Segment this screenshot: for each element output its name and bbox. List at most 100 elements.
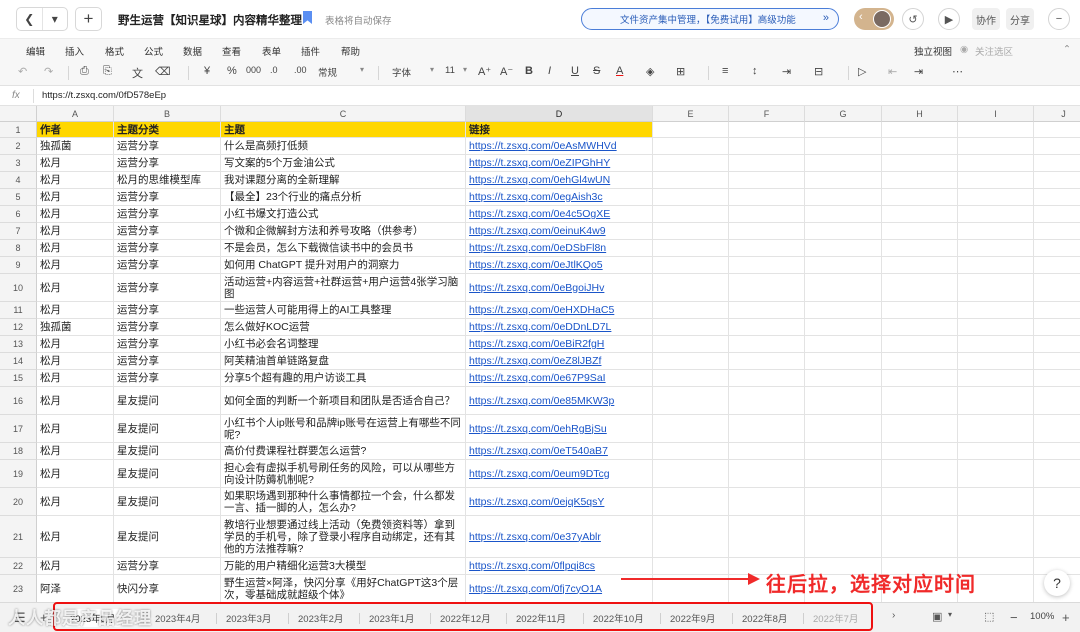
empty-cell[interactable] <box>958 516 1034 558</box>
table-cell[interactable]: 运营分享 <box>114 223 221 240</box>
empty-cell[interactable] <box>958 443 1034 460</box>
empty-cell[interactable] <box>805 387 882 415</box>
empty-cell[interactable] <box>805 155 882 172</box>
avatar-pill[interactable]: ‹ <box>854 8 894 30</box>
empty-cell[interactable] <box>729 302 805 319</box>
row-header[interactable]: 15 <box>0 370 37 387</box>
empty-cell[interactable] <box>653 336 729 353</box>
empty-cell[interactable] <box>958 415 1034 443</box>
table-cell[interactable]: 阿芙精油首单链路复盘 <box>221 353 466 370</box>
font-size-select[interactable]: 11 <box>445 65 455 76</box>
empty-cell[interactable] <box>653 353 729 370</box>
column-header-j[interactable]: J <box>1034 106 1080 122</box>
link-cell[interactable]: https://t.zsxq.com/0ejqK5qsY <box>466 488 653 516</box>
table-cell[interactable]: 运营分享 <box>114 274 221 302</box>
empty-cell[interactable] <box>805 206 882 223</box>
italic-icon[interactable]: I <box>548 65 551 77</box>
header-cell[interactable]: 主题 <box>221 122 466 138</box>
row-header[interactable]: 10 <box>0 274 37 302</box>
column-header-b[interactable]: B <box>114 106 221 122</box>
table-cell[interactable]: 分享5个超有趣的用户访谈工具 <box>221 370 466 387</box>
row-header[interactable]: 12 <box>0 319 37 336</box>
row-header[interactable]: 7 <box>0 223 37 240</box>
empty-cell[interactable] <box>729 460 805 488</box>
empty-cell[interactable] <box>653 516 729 558</box>
indent-decrease-icon[interactable]: ⇤ <box>888 65 897 78</box>
currency-icon[interactable]: ¥ <box>204 65 210 77</box>
row-header[interactable]: 16 <box>0 387 37 415</box>
empty-cell[interactable] <box>958 302 1034 319</box>
menu-format[interactable]: 格式 <box>105 44 124 58</box>
font-size-chevron-icon[interactable]: ▾ <box>463 65 467 74</box>
table-cell[interactable]: 运营分享 <box>114 558 221 575</box>
table-cell[interactable]: 松月 <box>37 353 114 370</box>
column-header-g[interactable]: G <box>805 106 882 122</box>
table-cell[interactable]: 如何全面的判断一个新项目和团队是否适合自己？ <box>221 387 466 415</box>
row-header[interactable]: 5 <box>0 189 37 206</box>
empty-cell[interactable] <box>805 274 882 302</box>
table-cell[interactable]: 星友提问 <box>114 415 221 443</box>
empty-cell[interactable] <box>729 274 805 302</box>
table-cell[interactable]: 星友提问 <box>114 488 221 516</box>
empty-cell[interactable] <box>805 370 882 387</box>
fill-color-icon[interactable]: ◈ <box>646 65 654 78</box>
empty-cell[interactable] <box>805 257 882 274</box>
zoom-level[interactable]: 100% <box>1030 611 1054 622</box>
empty-cell[interactable] <box>1034 370 1080 387</box>
empty-cell[interactable] <box>1034 460 1080 488</box>
table-cell[interactable]: 松月 <box>37 370 114 387</box>
bookmark-icon[interactable] <box>303 11 312 24</box>
empty-cell[interactable] <box>1034 257 1080 274</box>
table-cell[interactable]: 快闪分享 <box>114 575 221 602</box>
empty-cell[interactable] <box>805 223 882 240</box>
empty-cell[interactable] <box>882 302 958 319</box>
link-cell[interactable]: https://t.zsxq.com/0flpqi8cs <box>466 558 653 575</box>
empty-cell[interactable] <box>958 189 1034 206</box>
empty-cell[interactable] <box>653 223 729 240</box>
empty-cell[interactable] <box>882 155 958 172</box>
empty-cell[interactable] <box>653 274 729 302</box>
print-icon[interactable]: ⎙ <box>80 65 89 78</box>
decrease-decimal-icon[interactable]: .0 <box>270 65 278 75</box>
empty-cell[interactable] <box>653 189 729 206</box>
empty-cell[interactable] <box>882 319 958 336</box>
menu-help[interactable]: 帮助 <box>341 44 360 58</box>
table-cell[interactable]: 独孤菌 <box>37 319 114 336</box>
empty-cell[interactable] <box>882 274 958 302</box>
undo-icon[interactable]: ↶ <box>18 65 27 78</box>
table-cell[interactable]: 运营分享 <box>114 319 221 336</box>
table-cell[interactable]: 松月 <box>37 460 114 488</box>
row-header[interactable]: 19 <box>0 460 37 488</box>
link-cell[interactable]: https://t.zsxq.com/0egAish3c <box>466 189 653 206</box>
empty-cell[interactable] <box>805 336 882 353</box>
spreadsheet-grid[interactable]: A B C D E F G H I J 1 作者 主题分类 主题 链接 2 独孤菌 运营分享 什么是高频打低频 htt… <box>0 106 1080 602</box>
link-cell[interactable]: https://t.zsxq.com/0ehRgBjSu <box>466 415 653 443</box>
table-cell[interactable]: 阿泽 <box>37 575 114 602</box>
table-cell[interactable]: 写文案的5个万金油公式 <box>221 155 466 172</box>
table-cell[interactable]: 星友提问 <box>114 387 221 415</box>
eraser-icon[interactable]: ⌫ <box>155 65 171 78</box>
table-cell[interactable]: 运营分享 <box>114 336 221 353</box>
empty-cell[interactable] <box>958 155 1034 172</box>
table-cell[interactable]: 松月 <box>37 516 114 558</box>
empty-cell[interactable] <box>1034 353 1080 370</box>
table-cell[interactable]: 松月 <box>37 172 114 189</box>
menu-formula[interactable]: 公式 <box>144 44 163 58</box>
empty-cell[interactable] <box>1034 189 1080 206</box>
empty-cell[interactable] <box>653 240 729 257</box>
empty-cell[interactable] <box>729 189 805 206</box>
empty-cell[interactable] <box>805 460 882 488</box>
table-cell[interactable]: 教培行业想要通过线上活动（免费领资料等）拿到学员的手机号，除了登录小程序自动绑定… <box>221 516 466 558</box>
empty-cell[interactable] <box>729 223 805 240</box>
empty-cell[interactable] <box>729 319 805 336</box>
table-cell[interactable]: 野生运营×阿泽，快闪分享《用好ChatGPT这3个层次，零基础成就超级个体》 <box>221 575 466 602</box>
empty-cell[interactable] <box>729 353 805 370</box>
increase-font-icon[interactable]: A⁺ <box>478 65 491 78</box>
empty-cell[interactable] <box>958 370 1034 387</box>
table-cell[interactable]: 松月 <box>37 274 114 302</box>
indent-increase-icon[interactable]: ⇥ <box>914 65 923 78</box>
font-chevron-icon[interactable]: ▾ <box>430 65 434 74</box>
link-cell[interactable]: https://t.zsxq.com/0eJtlKQo5 <box>466 257 653 274</box>
help-button[interactable]: ? <box>1044 570 1070 596</box>
row-header[interactable]: 3 <box>0 155 37 172</box>
